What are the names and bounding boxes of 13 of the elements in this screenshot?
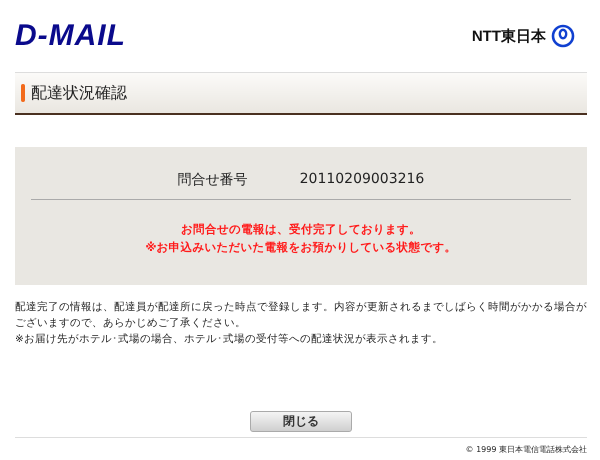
- status-message: ※お申込みいただいた電報をお預かりしている状態です。: [145, 240, 457, 255]
- close-button[interactable]: 閉じる: [250, 411, 352, 432]
- status-message: お問合せの電報は、受付完了しております。: [181, 222, 421, 237]
- ring-icon: [551, 24, 575, 48]
- company-logo: NTT東日本: [472, 26, 546, 46]
- note-text: ※お届け先がホテル･式場の場合、ホテル･式場の受付等への配達状況が表示されます。: [15, 332, 444, 347]
- inquiry-number: 20110209003216: [300, 171, 424, 189]
- page-title: 配達状況確認: [31, 82, 127, 104]
- accent-mark: [21, 84, 25, 102]
- copyright-text: © 1999 東日本電信電話株式会社: [466, 444, 587, 454]
- inquiry-label: 問合せ番号: [178, 171, 248, 189]
- note-text: 配達完了の情報は、配達員が配達所に戻った時点で登録します。内容が更新されるまでしばらく時間がかかる場合がございますので、あらかじめご了承ください。: [15, 300, 587, 331]
- d-mail-logo: D-MAIL: [15, 19, 126, 53]
